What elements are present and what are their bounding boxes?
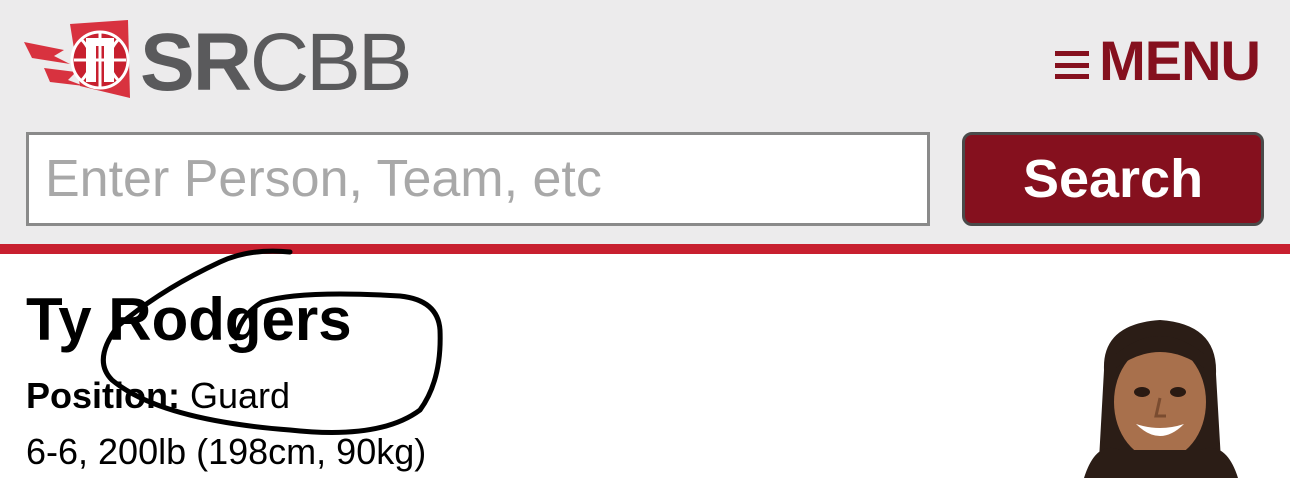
logo-cbb: CBB	[249, 17, 413, 108]
site-logo[interactable]: SRCBB	[24, 17, 413, 108]
hamburger-menu-icon	[1055, 51, 1090, 79]
search-button[interactable]: Search	[962, 132, 1264, 226]
player-position: Position: Guard	[26, 374, 290, 418]
header-divider	[0, 244, 1290, 254]
position-value: Guard	[190, 375, 291, 416]
position-label: Position:	[26, 375, 180, 416]
menu-label: MENU	[1099, 28, 1261, 92]
site-header: SRCBB MENU Search	[0, 0, 1290, 244]
logo-wordmark: SRCBB	[140, 17, 413, 108]
logo-sr: SR	[140, 17, 252, 108]
search-input[interactable]	[26, 132, 930, 226]
basketball-flag-logo-icon	[24, 20, 130, 98]
menu-button[interactable]: MENU	[1055, 28, 1261, 92]
player-name: Ty Rodgers	[26, 286, 352, 353]
player-size: 6-6, 200lb (198cm, 90kg)	[26, 431, 427, 472]
player-headshot	[1076, 310, 1246, 478]
